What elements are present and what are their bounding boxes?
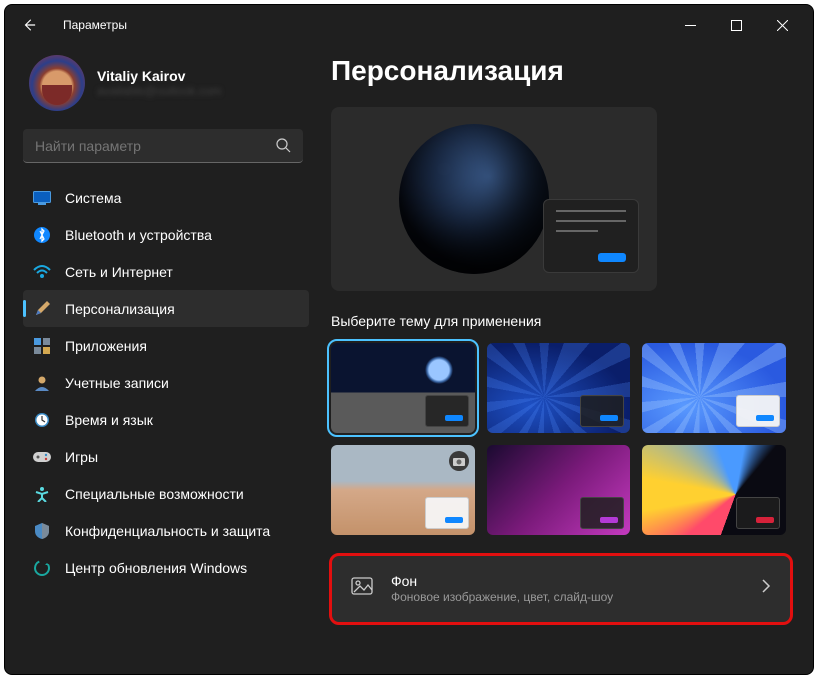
system-icon bbox=[33, 189, 51, 207]
close-icon bbox=[777, 20, 788, 31]
nav-label: Центр обновления Windows bbox=[65, 560, 247, 576]
theme-tile-glow-purple[interactable] bbox=[487, 445, 631, 535]
nav-apps[interactable]: Приложения bbox=[23, 327, 309, 364]
gamepad-icon bbox=[33, 448, 51, 466]
nav-label: Сеть и Интернет bbox=[65, 264, 173, 280]
chevron-right-icon bbox=[761, 579, 771, 598]
profile-name: Vitaliy Kairov bbox=[97, 68, 221, 84]
minimize-icon bbox=[685, 20, 696, 31]
nav-personalization[interactable]: Персонализация bbox=[23, 290, 309, 327]
nav-accessibility[interactable]: Специальные возможности bbox=[23, 475, 309, 512]
paintbrush-icon bbox=[33, 300, 51, 318]
nav-time[interactable]: Время и язык bbox=[23, 401, 309, 438]
theme-grid bbox=[331, 343, 786, 535]
theme-tile-photo-light[interactable] bbox=[331, 445, 475, 535]
theme-section-label: Выберите тему для применения bbox=[331, 313, 791, 329]
apps-icon bbox=[33, 337, 51, 355]
nav-label: Игры bbox=[65, 449, 98, 465]
page-title: Персонализация bbox=[331, 55, 791, 87]
main-panel: Персонализация Выберите тему для примене… bbox=[315, 45, 813, 674]
nav-label: Конфиденциальность и защита bbox=[65, 523, 270, 539]
window-title: Параметры bbox=[63, 18, 127, 32]
nav-list: Система Bluetooth и устройства Сеть и Ин… bbox=[23, 179, 309, 586]
nav-bluetooth[interactable]: Bluetooth и устройства bbox=[23, 216, 309, 253]
search-input[interactable] bbox=[23, 129, 303, 163]
theme-tile-flow-red[interactable] bbox=[642, 445, 786, 535]
nav-label: Персонализация bbox=[65, 301, 175, 317]
nav-gaming[interactable]: Игры bbox=[23, 438, 309, 475]
minimize-button[interactable] bbox=[667, 9, 713, 41]
sidebar: Vitaliy Kairov available@outlook.com Сис… bbox=[5, 45, 315, 674]
wifi-icon bbox=[33, 263, 51, 281]
bluetooth-icon bbox=[33, 226, 51, 244]
search-box bbox=[23, 129, 303, 163]
accessibility-icon bbox=[33, 485, 51, 503]
nav-label: Специальные возможности bbox=[65, 486, 244, 502]
window-preview bbox=[543, 199, 639, 273]
arrow-left-icon bbox=[22, 18, 36, 32]
profile-block[interactable]: Vitaliy Kairov available@outlook.com bbox=[23, 55, 309, 111]
back-button[interactable] bbox=[13, 9, 45, 41]
nav-label: Bluetooth и устройства bbox=[65, 227, 212, 243]
camera-icon bbox=[449, 451, 469, 471]
search-icon bbox=[275, 137, 291, 158]
theme-tile-earth-dark[interactable] bbox=[331, 343, 475, 433]
account-icon bbox=[33, 374, 51, 392]
background-setting-row[interactable]: Фон Фоновое изображение, цвет, слайд-шоу bbox=[331, 555, 791, 623]
nav-accounts[interactable]: Учетные записи bbox=[23, 364, 309, 401]
shield-icon bbox=[33, 522, 51, 540]
profile-email: available@outlook.com bbox=[97, 84, 221, 98]
nav-label: Приложения bbox=[65, 338, 147, 354]
nav-network[interactable]: Сеть и Интернет bbox=[23, 253, 309, 290]
avatar bbox=[29, 55, 85, 111]
window-controls bbox=[667, 9, 805, 41]
wallpaper-preview bbox=[399, 124, 549, 274]
update-icon bbox=[33, 559, 51, 577]
maximize-icon bbox=[731, 20, 742, 31]
theme-tile-bloom-light[interactable] bbox=[642, 343, 786, 433]
theme-tile-bloom-dark[interactable] bbox=[487, 343, 631, 433]
nav-privacy[interactable]: Конфиденциальность и защита bbox=[23, 512, 309, 549]
maximize-button[interactable] bbox=[713, 9, 759, 41]
row-title: Фон bbox=[391, 573, 743, 589]
nav-update[interactable]: Центр обновления Windows bbox=[23, 549, 309, 586]
nav-label: Время и язык bbox=[65, 412, 153, 428]
nav-label: Учетные записи bbox=[65, 375, 169, 391]
row-subtitle: Фоновое изображение, цвет, слайд-шоу bbox=[391, 590, 743, 604]
content-area: Vitaliy Kairov available@outlook.com Сис… bbox=[5, 45, 813, 674]
nav-system[interactable]: Система bbox=[23, 179, 309, 216]
desktop-preview[interactable] bbox=[331, 107, 657, 291]
nav-label: Система bbox=[65, 190, 121, 206]
clock-icon bbox=[33, 411, 51, 429]
titlebar: Параметры bbox=[5, 5, 813, 45]
close-button[interactable] bbox=[759, 9, 805, 41]
settings-window: Параметры Vitaliy Kairov available@outlo… bbox=[4, 4, 814, 675]
image-icon bbox=[351, 577, 373, 600]
